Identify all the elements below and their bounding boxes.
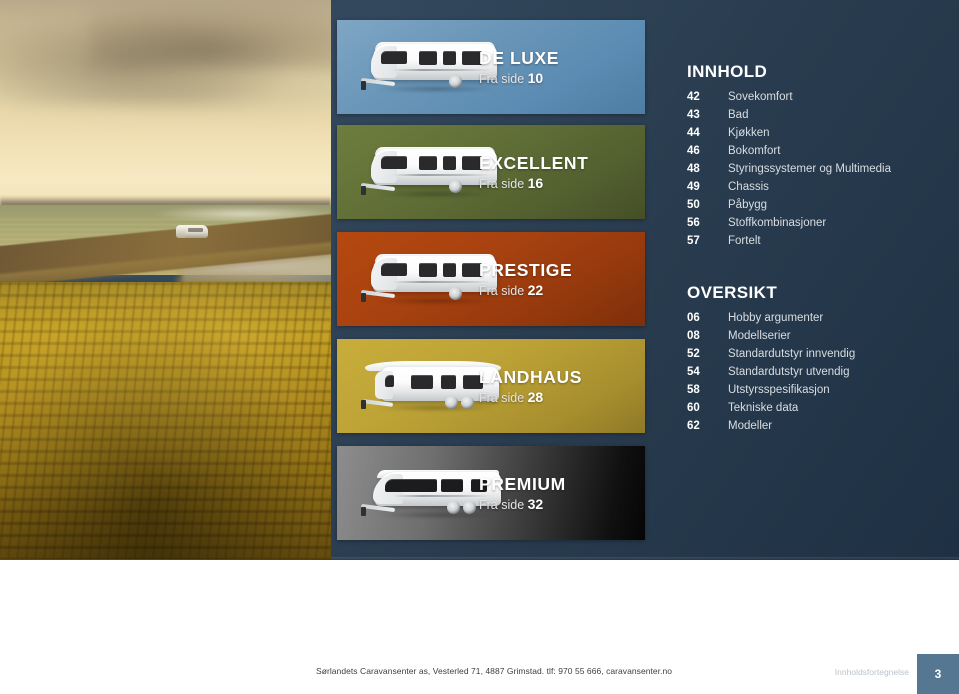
- toc-row[interactable]: 46 Bokomfort: [687, 145, 949, 163]
- catalog-page: DE LUXE Fra side 10 EXCELLENT Fra side 1…: [0, 0, 959, 694]
- toc-entry-label: Standardutstyr innvendig: [728, 348, 856, 360]
- toc-row[interactable]: 57 Fortelt: [687, 235, 949, 253]
- toc-entry-label: Standardutstyr utvendig: [728, 366, 850, 378]
- from-side-label: Fra side: [479, 72, 525, 87]
- toc-row[interactable]: 56 Stoffkombinasjoner: [687, 217, 949, 235]
- toc-row[interactable]: 62 Modeller: [687, 420, 949, 438]
- from-side-label: Fra side: [479, 391, 525, 406]
- model-page-number: 22: [527, 282, 544, 299]
- toc-entry-label: Chassis: [728, 181, 769, 193]
- toc-entry-label: Kjøkken: [728, 127, 770, 139]
- toc-page-number: 49: [687, 181, 700, 193]
- model-name: PREMIUM: [479, 473, 566, 494]
- toc-row[interactable]: 52 Standardutstyr innvendig: [687, 348, 949, 366]
- toc-entry-label: Fortelt: [728, 235, 761, 247]
- from-side-label: Fra side: [479, 284, 525, 299]
- toc-entry-label: Hobby argumenter: [728, 312, 824, 324]
- toc-page-number: 44: [687, 127, 700, 139]
- toc-entry-label: Styringssystemer og Multimedia: [728, 163, 891, 175]
- model-name: LANDHAUS: [479, 366, 582, 387]
- toc-row[interactable]: 06 Hobby argumenter: [687, 312, 949, 330]
- toc-page-number: 06: [687, 312, 700, 324]
- model-page-ref: Fra side 28: [479, 389, 629, 405]
- toc-row[interactable]: 42 Sovekomfort: [687, 91, 949, 109]
- page-footer: Sørlandets Caravansenter as, Vesterled 7…: [0, 654, 959, 694]
- dealer-info: Sørlandets Caravansenter as, Vesterled 7…: [316, 666, 673, 676]
- toc-row[interactable]: 49 Chassis: [687, 181, 949, 199]
- toc-entry-label: Stoffkombinasjoner: [728, 217, 827, 229]
- toc-page-number: 57: [687, 235, 700, 247]
- from-side-label: Fra side: [479, 177, 525, 192]
- toc-entry-label: Sovekomfort: [728, 91, 793, 103]
- toc-entry-label: Utstyrsspesifikasjon: [728, 384, 830, 396]
- photo-cloud: [10, 60, 331, 120]
- toc-heading-innhold: INNHOLD: [687, 62, 768, 81]
- model-panel-label: PRESTIGE Fra side 22: [479, 260, 629, 298]
- from-side-label: Fra side: [479, 498, 525, 513]
- model-page-ref: Fra side 32: [479, 496, 629, 512]
- page-number-badge: 3: [917, 654, 959, 694]
- toc-page-number: 46: [687, 145, 700, 157]
- toc-page-number: 56: [687, 217, 700, 229]
- toc-page-number: 60: [687, 402, 700, 414]
- photo-grass-field: [0, 282, 331, 559]
- toc-page-number: 50: [687, 199, 700, 211]
- toc-page-number: 42: [687, 91, 700, 103]
- toc-page-number: 52: [687, 348, 700, 360]
- toc-row[interactable]: 08 Modellserier: [687, 330, 949, 348]
- section-caption: Innholdsfortegnelse: [834, 667, 909, 677]
- model-panel-label: DE LUXE Fra side 10: [479, 48, 629, 86]
- toc-page-number: 58: [687, 384, 700, 396]
- toc-row[interactable]: 58 Utstyrsspesifikasjon: [687, 384, 949, 402]
- model-page-ref: Fra side 10: [479, 70, 629, 86]
- toc-row[interactable]: 60 Tekniske data: [687, 402, 949, 420]
- toc-page-number: 62: [687, 420, 700, 432]
- model-name: PRESTIGE: [479, 259, 573, 280]
- photo-motorhome-icon: [176, 222, 210, 242]
- table-of-contents: INNHOLD 42 Sovekomfort 43 Bad 44 Kjøkken…: [687, 62, 949, 438]
- model-panel-de-luxe[interactable]: DE LUXE Fra side 10: [337, 20, 645, 114]
- model-name: DE LUXE: [479, 47, 560, 68]
- model-page-number: 16: [527, 175, 544, 192]
- model-page-ref: Fra side 22: [479, 282, 629, 298]
- model-panel-prestige[interactable]: PRESTIGE Fra side 22: [337, 232, 645, 326]
- model-panel-excellent[interactable]: EXCELLENT Fra side 16: [337, 125, 645, 219]
- model-series-panels: DE LUXE Fra side 10 EXCELLENT Fra side 1…: [337, 0, 645, 560]
- model-name: EXCELLENT: [479, 152, 589, 173]
- toc-row[interactable]: 50 Påbygg: [687, 199, 949, 217]
- toc-page-number: 08: [687, 330, 700, 342]
- toc-page-number: 54: [687, 366, 700, 378]
- model-page-number: 32: [527, 496, 544, 513]
- toc-row[interactable]: 44 Kjøkken: [687, 127, 949, 145]
- toc-row[interactable]: 54 Standardutstyr utvendig: [687, 366, 949, 384]
- toc-row[interactable]: 43 Bad: [687, 109, 949, 127]
- toc-entry-label: Tekniske data: [728, 402, 799, 414]
- model-panel-label: PREMIUM Fra side 32: [479, 474, 629, 512]
- toc-entry-label: Bokomfort: [728, 145, 781, 157]
- model-page-number: 28: [527, 389, 544, 406]
- page-number: 3: [934, 667, 942, 681]
- model-page-number: 10: [527, 70, 544, 87]
- toc-entry-label: Modeller: [728, 420, 773, 432]
- model-page-ref: Fra side 16: [479, 175, 629, 191]
- toc-entry-label: Modellserier: [728, 330, 791, 342]
- toc-page-number: 43: [687, 109, 700, 121]
- toc-entry-label: Bad: [728, 109, 749, 121]
- toc-row[interactable]: 48 Styringssystemer og Multimedia: [687, 163, 949, 181]
- hero-photo: [0, 0, 331, 559]
- toc-entry-label: Påbygg: [728, 199, 768, 211]
- toc-page-number: 48: [687, 163, 700, 175]
- model-panel-landhaus[interactable]: LANDHAUS Fra side 28: [337, 339, 645, 433]
- model-panel-premium[interactable]: PREMIUM Fra side 32: [337, 446, 645, 540]
- model-panel-label: EXCELLENT Fra side 16: [479, 153, 629, 191]
- toc-heading-oversikt: OVERSIKT: [687, 283, 778, 302]
- model-panel-label: LANDHAUS Fra side 28: [479, 367, 629, 405]
